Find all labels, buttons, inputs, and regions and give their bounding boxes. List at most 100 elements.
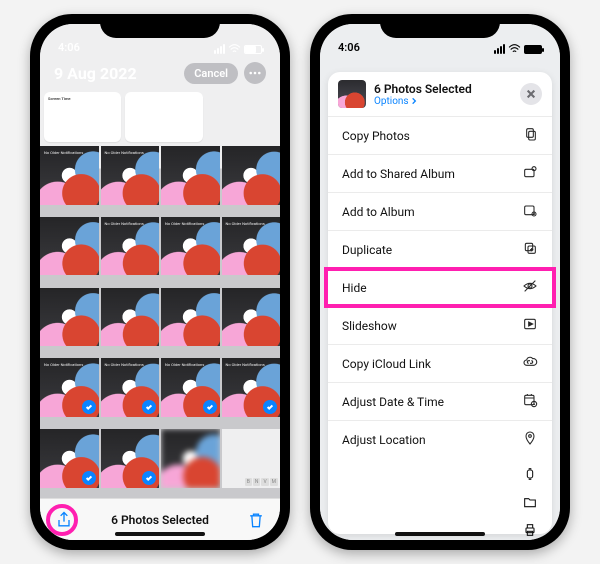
shared-album-icon <box>522 164 538 183</box>
thumb-caption: No Older Notifications <box>226 362 265 367</box>
duplicate-icon <box>522 240 538 259</box>
action-label: Add to Shared Album <box>342 167 455 181</box>
photo-thumb[interactable]: No Older Notifications <box>101 146 160 205</box>
sheet-title: 6 Photos Selected <box>374 82 472 96</box>
photo-thumb-selected[interactable]: No Older Notifications <box>222 358 281 417</box>
photo-thumb[interactable] <box>40 288 99 347</box>
thumb-caption: No Older Notifications <box>165 221 204 226</box>
action-duplicate[interactable]: Duplicate <box>328 231 552 269</box>
thumb-caption: No Older Notifications <box>105 362 144 367</box>
wifi-icon <box>508 44 521 54</box>
photos-screen: 4:06 9 Aug 2022 Cancel Screen Time N <box>40 24 280 540</box>
checkmark-icon <box>82 400 96 414</box>
watch-face-icon[interactable] <box>522 466 538 486</box>
date-title: 9 Aug 2022 <box>54 64 137 83</box>
widget-row: Screen Time <box>40 92 280 146</box>
status-indicators <box>214 44 262 54</box>
photo-thumb[interactable]: No Older Notifications <box>161 217 220 276</box>
status-indicators <box>494 44 542 54</box>
photos-header: 9 Aug 2022 Cancel <box>40 56 280 92</box>
thumb-caption: No Older Notifications <box>226 221 265 226</box>
action-label: Adjust Date & Time <box>342 395 444 409</box>
chevron-right-icon <box>411 97 417 105</box>
trash-icon <box>246 510 266 530</box>
status-time: 4:06 <box>338 41 360 54</box>
share-button[interactable] <box>54 510 74 530</box>
battery-icon <box>524 45 542 54</box>
eye-slash-icon <box>522 278 538 297</box>
home-indicator[interactable] <box>115 532 205 536</box>
preview-thumbnail <box>338 80 366 108</box>
print-icon[interactable] <box>522 522 538 540</box>
action-label: Add to Album <box>342 205 415 219</box>
checkmark-icon <box>203 400 217 414</box>
action-label: Hide <box>342 281 367 295</box>
album-icon <box>522 202 538 221</box>
phone-right: 4:06 6 Photos Selected Options <box>310 14 570 550</box>
cellular-icon <box>494 44 505 54</box>
photo-thumb[interactable]: No Older Notifications <box>222 217 281 276</box>
status-bar: 4:06 <box>320 24 560 56</box>
action-copy-icloud-link[interactable]: Copy iCloud Link <box>328 345 552 383</box>
close-button[interactable] <box>520 83 542 105</box>
action-add-album[interactable]: Add to Album <box>328 193 552 231</box>
cancel-button[interactable]: Cancel <box>184 63 238 84</box>
status-time: 4:06 <box>58 41 80 54</box>
photo-thumb-selected[interactable]: No Older Notifications <box>161 358 220 417</box>
photo-thumb-selected[interactable]: No Older Notifications <box>40 358 99 417</box>
checkmark-icon <box>142 471 156 485</box>
photo-thumb[interactable] <box>101 288 160 347</box>
selection-count: 6 Photos Selected <box>111 513 209 527</box>
share-sheet-screen: 4:06 6 Photos Selected Options <box>320 24 560 540</box>
photo-thumb[interactable] <box>222 146 281 205</box>
thumb-caption: No Older Notifications <box>105 221 144 226</box>
cellular-icon <box>214 44 225 54</box>
sheet-header: 6 Photos Selected Options <box>328 72 552 117</box>
thumb-caption: No Older Notifications <box>105 150 144 155</box>
status-bar: 4:06 <box>40 24 280 56</box>
action-label: Copy Photos <box>342 129 410 143</box>
action-slideshow[interactable]: Slideshow <box>328 307 552 345</box>
copy-icon <box>522 126 538 145</box>
action-adjust-location[interactable]: Adjust Location <box>328 421 552 458</box>
photo-thumb[interactable] <box>40 217 99 276</box>
action-label: Duplicate <box>342 243 392 257</box>
checkmark-icon <box>82 471 96 485</box>
save-to-files-icon[interactable] <box>522 494 538 514</box>
photo-grid: No Older Notifications No Older Notifica… <box>40 146 280 498</box>
photo-thumb[interactable]: BNVM <box>222 429 281 488</box>
photo-thumb-selected[interactable] <box>40 429 99 488</box>
close-icon <box>526 89 536 99</box>
photo-thumb-selected[interactable]: No Older Notifications <box>101 358 160 417</box>
action-label: Adjust Location <box>342 433 426 447</box>
home-indicator[interactable] <box>395 532 485 536</box>
wifi-icon <box>228 44 241 54</box>
share-sheet: 6 Photos Selected Options Copy Photos <box>328 72 552 534</box>
share-action-list: Copy Photos Add to Shared Album Add to A… <box>328 117 552 458</box>
photo-thumb[interactable] <box>161 288 220 347</box>
photo-thumb-selected[interactable] <box>101 429 160 488</box>
delete-button[interactable] <box>246 510 266 530</box>
battery-icon <box>244 45 262 54</box>
photo-thumb[interactable]: No Older Notifications <box>40 146 99 205</box>
photo-thumb[interactable] <box>161 146 220 205</box>
action-copy-photos[interactable]: Copy Photos <box>328 117 552 155</box>
cloud-link-icon <box>522 354 538 373</box>
action-hide[interactable]: Hide <box>328 269 552 307</box>
ellipsis-icon <box>249 71 261 75</box>
checkmark-icon <box>263 400 277 414</box>
action-label: Copy iCloud Link <box>342 357 431 371</box>
slideshow-icon <box>522 316 538 335</box>
more-button[interactable] <box>244 62 266 84</box>
action-add-shared-album[interactable]: Add to Shared Album <box>328 155 552 193</box>
options-link[interactable]: Options <box>374 96 472 107</box>
keyboard-row-icon: BNVM <box>245 478 278 486</box>
calendar-clock-icon <box>522 392 538 411</box>
widget-card[interactable] <box>125 92 202 142</box>
location-icon <box>522 430 538 449</box>
photo-thumb[interactable]: No Older Notifications <box>101 217 160 276</box>
photo-thumb[interactable] <box>161 429 220 488</box>
photo-thumb[interactable] <box>222 288 281 347</box>
widget-card[interactable]: Screen Time <box>44 92 121 142</box>
action-adjust-date[interactable]: Adjust Date & Time <box>328 383 552 421</box>
